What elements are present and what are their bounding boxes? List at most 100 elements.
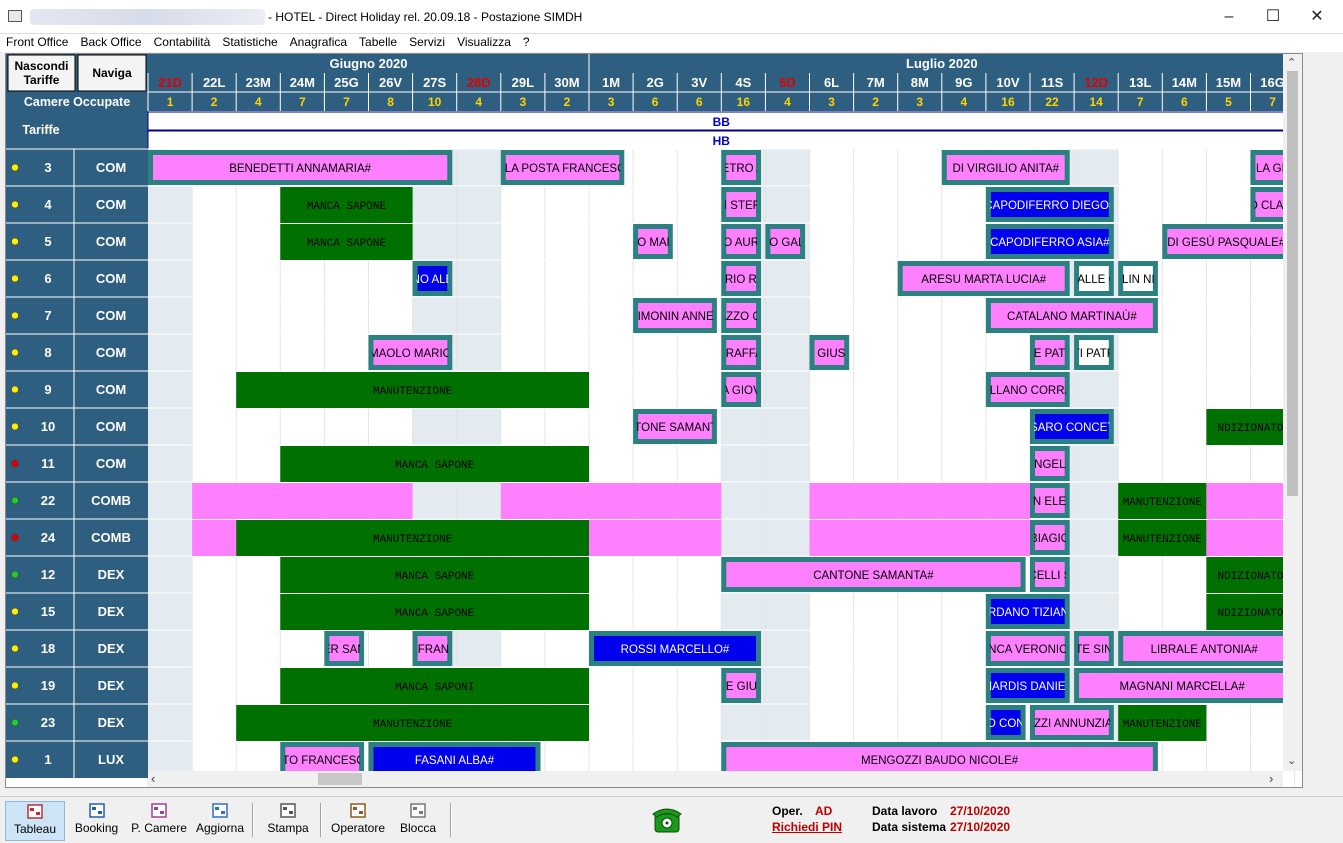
toolbar-button-blocca[interactable]: Blocca xyxy=(394,801,442,841)
booking-block[interactable]: ER SAN xyxy=(323,631,366,666)
toolbar-button-booking[interactable]: Booking xyxy=(69,801,124,841)
maintenance-block[interactable]: NDIZIONATO xyxy=(1206,557,1295,593)
scroll-down-icon[interactable]: ⌄ xyxy=(1287,754,1296,767)
booking-block[interactable]: N GIUSE xyxy=(806,335,854,370)
maintenance-block[interactable]: MANCA SAPONI xyxy=(280,668,589,704)
booking-block[interactable]: AZZO CI xyxy=(718,298,763,333)
occupied-cell[interactable] xyxy=(809,520,1031,556)
booking-block[interactable]: LO MAR xyxy=(631,224,675,259)
booking-block[interactable]: I RAFFA xyxy=(719,335,763,370)
booking-block[interactable]: ROSSI MARCELLO# xyxy=(589,631,761,666)
occupied-cell[interactable] xyxy=(192,483,413,519)
booking-block[interactable]: CAPODIFERRO DIEGO# xyxy=(984,187,1116,222)
minimize-icon[interactable]: – xyxy=(1207,4,1251,30)
booking-block[interactable]: SSARO CONCETT xyxy=(1022,409,1121,444)
booking-block[interactable]: OZZI ANNUNZIAT xyxy=(1025,705,1119,740)
scroll-left-icon[interactable]: ‹ xyxy=(151,771,155,786)
booking-block[interactable]: ARESU MARTA LUCIA# xyxy=(897,261,1070,296)
booking-chart[interactable]: NascondiTariffe NavigaCamere OccupateTari… xyxy=(6,54,1303,788)
toolbar-button-aggiorna[interactable]: Aggiorna xyxy=(192,801,248,841)
menu-item-statistiche[interactable]: Statistiche xyxy=(216,34,283,50)
toolbar-button-stampa[interactable]: Stampa xyxy=(260,801,316,841)
booking-block[interactable]: CELLI S xyxy=(1028,557,1071,592)
maintenance-block[interactable]: MANUTENZIONE xyxy=(236,705,589,741)
booking-block[interactable]: VALLE G xyxy=(1070,261,1117,296)
booking-block[interactable]: ITE SINI xyxy=(1072,631,1115,666)
booking-block[interactable]: LIBRALE ANTONIA# xyxy=(1118,631,1291,666)
occupied-cell[interactable] xyxy=(809,483,1031,519)
menu-item-tabelle[interactable]: Tabelle xyxy=(353,34,403,50)
occupied-cell[interactable] xyxy=(589,520,722,556)
menu-item-contabilit[interactable]: Contabilità xyxy=(148,34,217,50)
booking-block[interactable]: ENCA VERONICA xyxy=(981,631,1076,666)
booking-block[interactable]: IETRO A xyxy=(718,150,764,185)
booking-block[interactable]: NARDIS DANIEL xyxy=(984,668,1073,703)
booking-block[interactable]: OLIN NIC xyxy=(1113,261,1163,296)
booking-block[interactable]: BENEDETTI ANNAMARIA# xyxy=(148,150,453,185)
booking-block[interactable]: NO ALE xyxy=(412,261,454,296)
booking-block[interactable]: BIAGIO xyxy=(1030,520,1070,555)
menu-item-help[interactable]: ? xyxy=(517,34,536,50)
maintenance-block[interactable]: MANCA SAPONE xyxy=(280,594,589,630)
horizontal-scrollbar[interactable]: ‹ › xyxy=(148,771,1283,787)
booking-block[interactable]: MAGNANI MARCELLA# xyxy=(1074,668,1291,703)
toolbar-button-tableau[interactable]: Tableau xyxy=(5,801,65,841)
maintenance-block[interactable]: MANUTENZIONE xyxy=(1118,520,1207,556)
maintenance-block[interactable]: MANUTENZIONE xyxy=(236,520,589,556)
app-icon[interactable] xyxy=(8,10,22,22)
booking-block[interactable]: SIMONIN ANNE# xyxy=(630,298,721,333)
menu-item-visualizza[interactable]: Visualizza xyxy=(451,34,517,50)
booking-block[interactable]: CATALANO MARTINAÙ# xyxy=(985,298,1158,333)
booking-block[interactable]: SE PATR xyxy=(1026,335,1074,370)
maintenance-block[interactable]: MANCA SAPONE xyxy=(280,224,413,260)
menu-item-front-office[interactable]: Front Office xyxy=(0,34,74,50)
occupied-cell[interactable] xyxy=(500,483,722,519)
booking-block[interactable]: NE GIUS xyxy=(717,668,765,703)
booking-block[interactable]: I MAOLO MARIO# xyxy=(363,335,459,370)
maintenance-block[interactable]: NDIZIONATO xyxy=(1206,409,1295,445)
maintenance-block[interactable]: MANCA SAPONE xyxy=(280,446,589,482)
toolbar-button-p-camere[interactable]: P. Camere xyxy=(128,801,190,841)
booking-block[interactable]: ORDANO TIZIANA xyxy=(979,594,1077,629)
booking-block[interactable]: CANTONE SAMANTA# xyxy=(721,557,1026,592)
occupied-count: 3 xyxy=(520,95,527,109)
horizontal-scroll-thumb[interactable] xyxy=(318,773,362,785)
toolbar-button-operatore[interactable]: Operatore xyxy=(328,801,388,841)
booking-block[interactable]: DI VIRGILIO ANITA# xyxy=(941,150,1070,185)
close-icon[interactable]: ✕ xyxy=(1295,4,1339,30)
booking-block[interactable]: A FRANC xyxy=(408,631,458,666)
booking-block[interactable]: ANGELA xyxy=(1027,446,1074,481)
booking-block[interactable]: RO CONC xyxy=(979,705,1033,740)
booking-block[interactable]: NTONE SAMANTA xyxy=(626,409,724,444)
maximize-icon[interactable]: ☐ xyxy=(1251,4,1295,30)
maintenance-block[interactable]: MANUTENZIONE xyxy=(236,372,589,408)
maintenance-block[interactable]: MANCA SAPONE xyxy=(280,187,413,223)
booking-block[interactable]: CAPODIFERRO ASIA# xyxy=(985,224,1114,259)
booking-block[interactable]: NI STEFA xyxy=(716,187,767,222)
maintenance-block[interactable]: MANUTENZIONE xyxy=(1118,483,1207,519)
request-pin-link[interactable]: Richiedi PIN xyxy=(772,820,842,834)
booking-block[interactable]: AN ELEN xyxy=(1025,483,1074,518)
scroll-up-icon[interactable]: ⌃ xyxy=(1287,56,1296,69)
booking-block[interactable]: IO GAL xyxy=(765,224,806,259)
menu-item-back-office[interactable]: Back Office xyxy=(74,34,147,50)
vertical-scroll-thumb[interactable] xyxy=(1287,71,1298,496)
scroll-right-icon[interactable]: › xyxy=(1269,771,1273,786)
maintenance-block[interactable]: NDIZIONATO xyxy=(1206,594,1295,630)
booking-block[interactable]: ELLA POSTA FRANCESCO xyxy=(491,150,635,185)
maintenance-block[interactable]: MANUTENZIONE xyxy=(1118,705,1207,741)
occupied-cell[interactable] xyxy=(1206,520,1295,556)
booking-block[interactable]: ARIO RU xyxy=(717,261,765,296)
telephone-icon[interactable] xyxy=(651,804,683,834)
menu-item-anagrafica[interactable]: Anagrafica xyxy=(284,34,353,50)
booking-block[interactable]: TELLANO CORRAD xyxy=(975,372,1080,407)
menu-item-servizi[interactable]: Servizi xyxy=(403,34,451,50)
booking-block[interactable]: A GIOV xyxy=(721,372,761,407)
occupied-cell[interactable] xyxy=(192,520,237,556)
maintenance-block[interactable]: MANCA SAPONE xyxy=(280,557,589,593)
booking-block[interactable]: DI GESÙ PASQUALE# xyxy=(1162,224,1291,259)
occupied-cell[interactable] xyxy=(1206,483,1295,519)
vertical-scrollbar[interactable]: ⌃ ⌄ xyxy=(1283,54,1302,771)
booking-block[interactable]: IO AURI xyxy=(720,224,762,259)
booking-block[interactable]: TI PATR xyxy=(1073,335,1115,370)
